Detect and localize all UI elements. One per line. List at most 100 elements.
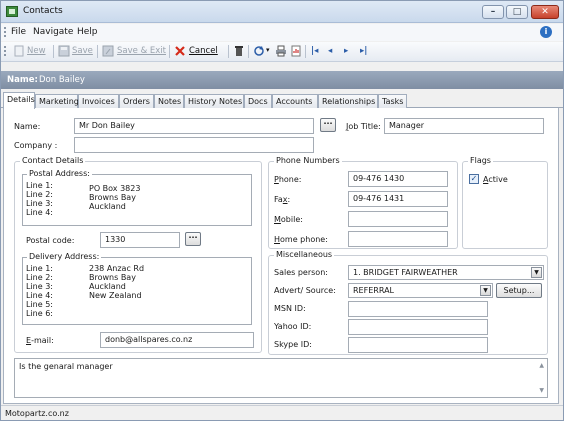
msn-field[interactable] [348,301,488,317]
status-text: Motopartz.co.nz [5,409,69,418]
job-title-field[interactable]: Manager [384,118,544,134]
chevron-down-icon[interactable]: ▼ [480,285,491,296]
mobile-label: Mobile: [274,215,303,224]
company-field[interactable] [74,137,314,153]
tab-docs[interactable]: Docs [244,94,272,108]
postal-line-label: Line 2: [26,190,53,199]
toolbar-separator [53,45,54,58]
notes-text: Is the genaral manager [19,362,113,371]
delivery-line-label: Line 5: [26,300,53,309]
skype-label: Skype ID: [274,340,312,349]
postal-line-label: Line 1: [26,181,53,190]
name-lookup-button[interactable]: ··· [320,118,336,132]
scroll-up-icon[interactable]: ▲ [539,362,544,369]
postal-code-label: Postal code: [26,236,75,245]
first-record-icon[interactable]: |◂ [311,46,318,56]
postal-line-label: Line 3: [26,199,53,208]
postal-address-box[interactable]: Postal Address: Line 1: Line 2: Line 3: … [22,169,252,226]
tab-orders[interactable]: Orders [119,94,154,108]
minimize-button[interactable]: – [482,5,504,19]
contacts-window: Contacts – □ ✕ File Navigate Help i New … [0,0,564,421]
setup-button[interactable]: Setup... [496,283,542,298]
fax-field[interactable]: 09-476 1431 [348,191,448,207]
delivery-line-label: Line 6: [26,309,53,318]
delivery-address-box[interactable]: Delivery Address: Line 1: Line 2: Line 3… [22,252,252,325]
delivery-line-value: 238 Anzac Rd [89,264,145,273]
tab-relationships[interactable]: Relationships [318,94,378,108]
tab-marketing[interactable]: Marketing [35,94,79,108]
menu-navigate[interactable]: Navigate [33,27,73,37]
tab-history-notes[interactable]: History Notes [184,94,244,108]
last-record-icon[interactable]: ▸| [360,46,367,56]
previous-record-icon[interactable]: ◂ [328,46,332,56]
toolbar-separator [228,45,229,58]
record-name-value: Don Bailey [39,75,85,85]
new-document-icon [14,45,24,57]
print-icon[interactable] [275,45,287,57]
menu-help[interactable]: Help [77,27,98,37]
tab-notes[interactable]: Notes [154,94,184,108]
info-icon[interactable]: i [540,26,552,38]
skype-field[interactable] [348,337,488,353]
active-checkbox[interactable]: ✓ [469,174,479,184]
phone-field[interactable]: 09-476 1430 [348,171,448,187]
email-field[interactable]: donb@allspares.co.nz [100,332,254,348]
fax-label: Fax: [274,195,291,204]
job-title-label: Job Title: [346,122,381,131]
advert-source-select[interactable]: REFERRAL ▼ [348,283,493,298]
tab-details[interactable]: Details [3,92,35,109]
tab-accounts[interactable]: Accounts [272,94,318,108]
record-header: Name: Don Bailey [1,71,563,89]
toolbar-separator [305,45,306,58]
cancel-button[interactable]: Cancel [189,46,218,56]
yahoo-field[interactable] [348,319,488,335]
phone-label: Phone: [274,175,302,184]
record-name-label: Name: [7,75,38,85]
company-label: Company : [14,141,58,150]
delivery-line-label: Line 3: [26,282,53,291]
postal-code-field[interactable]: 1330 [100,232,180,248]
menu-bar: File Navigate Help i [1,24,563,41]
chevron-down-icon[interactable]: ▼ [531,267,542,278]
postal-code-lookup-button[interactable]: ··· [185,232,201,246]
window-title: Contacts [23,6,63,16]
tab-bar: Details Marketing Invoices Orders Notes … [1,92,563,109]
close-button[interactable]: ✕ [531,5,559,19]
save-button[interactable]: Save [72,46,93,56]
details-panel: Name: Mr Don Bailey ··· Job Title: Manag… [3,108,559,404]
refresh-icon[interactable] [253,45,265,57]
miscellaneous-title: Miscellaneous [274,250,335,259]
delivery-address-title: Delivery Address: [27,252,102,261]
mobile-field[interactable] [348,211,448,227]
home-phone-field[interactable] [348,231,448,247]
new-button[interactable]: New [27,46,46,56]
toolbar-separator [248,45,249,58]
tab-invoices[interactable]: Invoices [78,94,119,108]
notes-textarea[interactable]: Is the genaral manager ▲ ▼ [14,358,548,398]
advert-source-value: REFERRAL [353,286,394,295]
title-bar: Contacts – □ ✕ [1,1,563,23]
next-record-icon[interactable]: ▸ [344,46,348,56]
menu-file[interactable]: File [11,27,26,37]
toolbar-separator [97,45,98,58]
flags-title: Flags [468,156,493,165]
minimize-icon: – [490,7,496,17]
scroll-down-icon[interactable]: ▼ [539,387,544,394]
save-exit-button[interactable]: Save & Exit [117,46,166,56]
delivery-line-label: Line 2: [26,273,53,282]
msn-label: MSN ID: [274,304,306,313]
sales-person-label: Sales person: [274,268,328,277]
sales-person-select[interactable]: 1. BRIDGET FAIRWEATHER ▼ [348,265,544,280]
report-icon[interactable] [290,45,302,57]
contact-details-title: Contact Details [20,156,86,165]
refresh-dropdown-icon[interactable]: ▾ [266,46,270,54]
delete-icon[interactable] [233,45,245,57]
save-exit-icon [102,45,114,57]
maximize-button[interactable]: □ [506,5,528,19]
app-icon [6,6,18,17]
tab-tasks[interactable]: Tasks [378,94,407,108]
home-phone-label: Home phone: [274,235,328,244]
status-bar: Motopartz.co.nz [1,405,563,420]
toolbar: New Save Save & Exit Cancel ▾ |◂ ◂ ▸ ▸| [1,42,563,62]
name-field[interactable]: Mr Don Bailey [74,118,314,134]
